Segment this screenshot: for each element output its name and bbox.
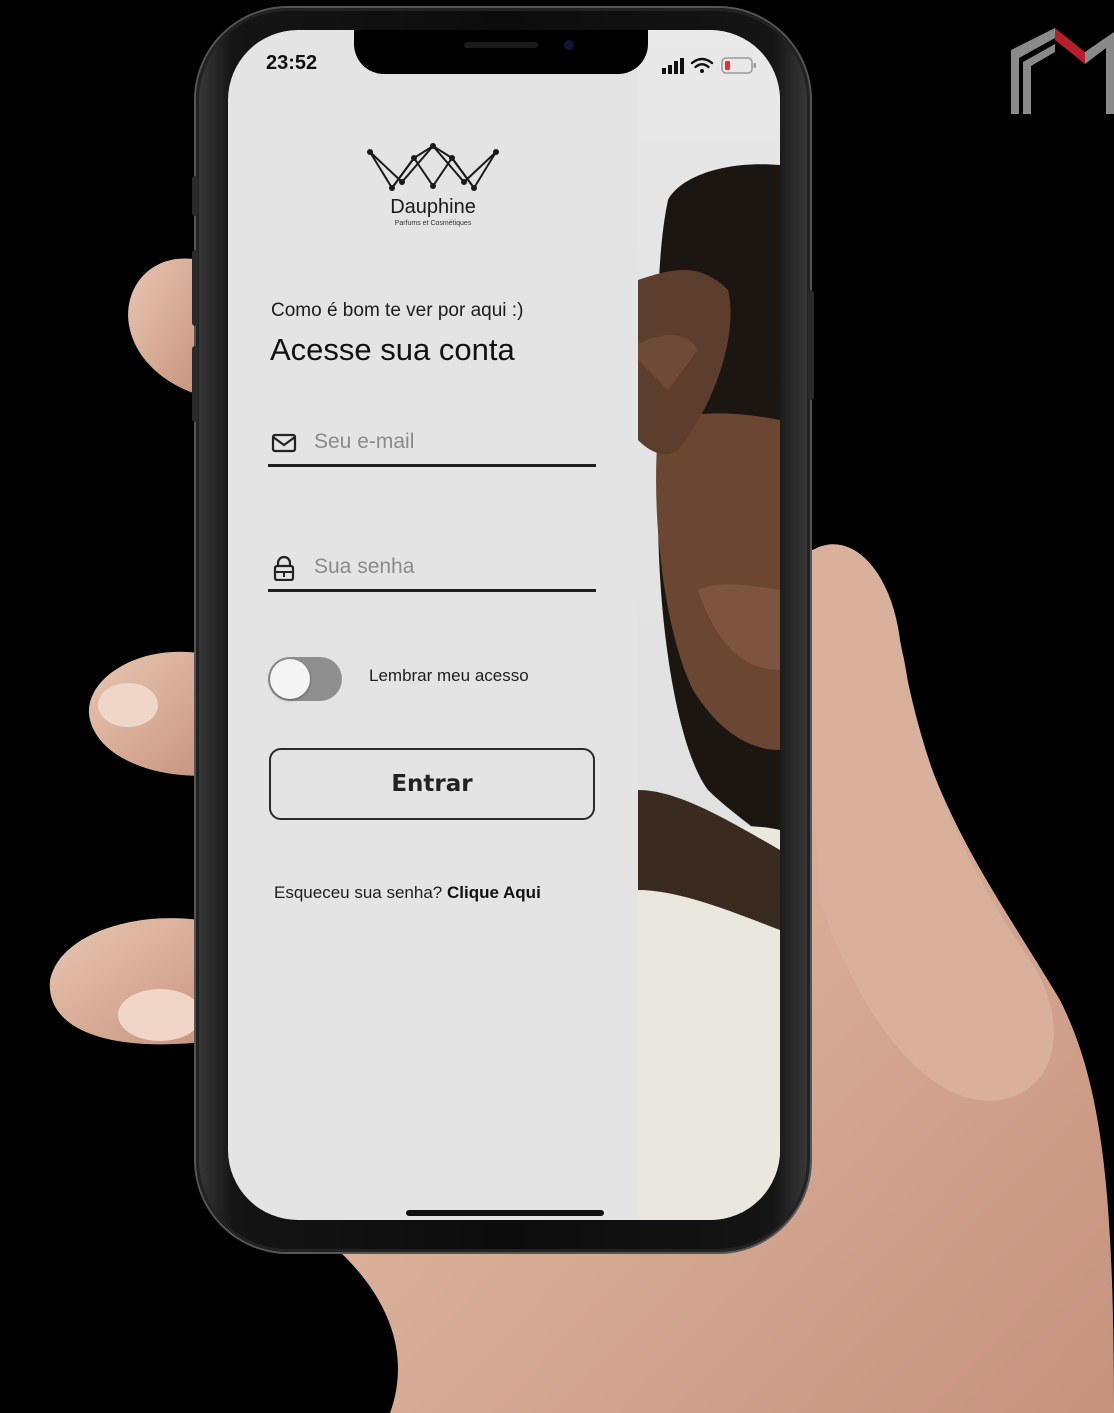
side-button-volume-up <box>192 250 198 326</box>
remember-label: Lembrar meu acesso <box>369 666 529 685</box>
notch <box>354 30 648 74</box>
home-indicator[interactable] <box>406 1210 604 1216</box>
side-button-power <box>808 290 814 400</box>
brand-logo: Dauphine Parfums et Cosmétiques <box>358 142 508 227</box>
toggle-knob <box>270 659 310 699</box>
crown-icon <box>367 143 499 191</box>
brand-name: Dauphine <box>390 196 476 218</box>
password-field[interactable] <box>268 543 596 592</box>
email-field[interactable] <box>268 418 596 467</box>
email-input[interactable] <box>312 424 586 460</box>
signal-icon <box>662 58 684 74</box>
brand-tagline: Parfums et Cosmétiques <box>394 220 472 227</box>
login-button[interactable]: Entrar <box>269 748 595 820</box>
password-input[interactable] <box>312 549 586 585</box>
forgot-password: Esqueceu sua senha? Clique Aqui <box>274 883 541 903</box>
status-time: 23:52 <box>266 52 318 74</box>
lock-icon <box>273 555 295 581</box>
remember-toggle[interactable] <box>268 657 342 701</box>
greeting-text: Como é bom te ver por aqui :) <box>271 300 524 321</box>
wifi-icon <box>690 57 714 73</box>
mail-icon <box>271 433 297 453</box>
forgot-text: Esqueceu sua senha? <box>274 883 443 902</box>
earpiece-speaker <box>464 42 538 48</box>
page-title: Acesse sua conta <box>270 332 515 367</box>
model-photo <box>638 30 780 1220</box>
side-button-silent <box>192 176 198 216</box>
battery-low-icon <box>721 57 756 74</box>
side-button-volume-down <box>192 346 198 422</box>
front-camera <box>564 40 574 50</box>
status-icons <box>662 57 756 74</box>
phone-screen: 23:52 Dauphine Parfums et Cosmétiques Co… <box>228 30 780 1220</box>
forgot-link[interactable]: Clique Aqui <box>447 883 541 902</box>
